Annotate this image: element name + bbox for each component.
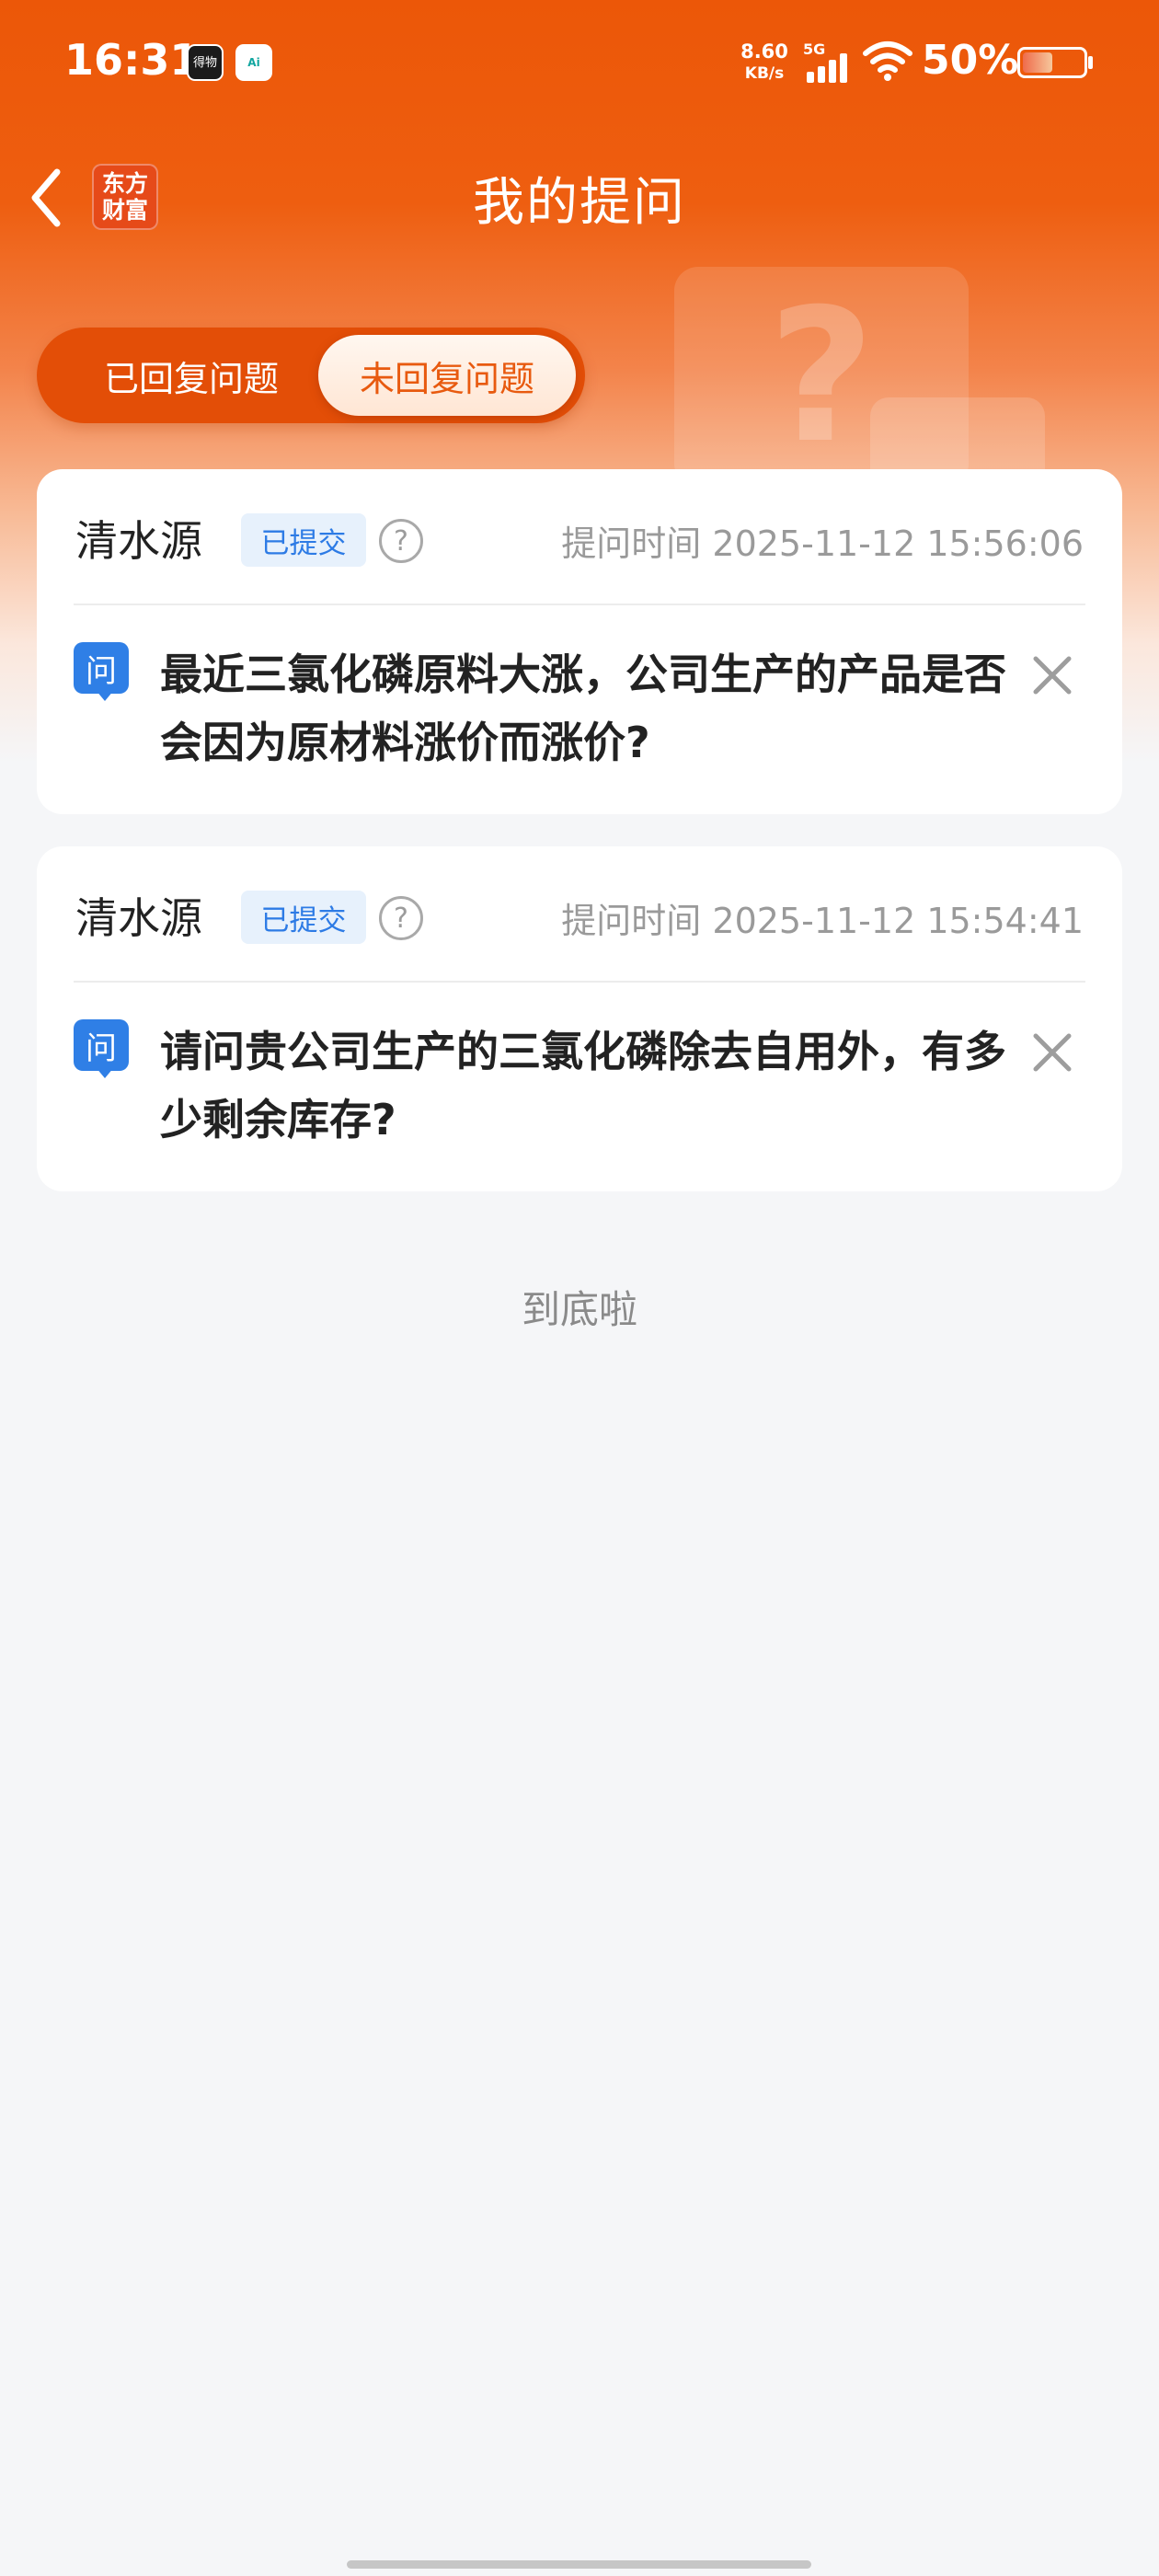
wifi-icon (863, 41, 912, 81)
ai-app-icon: Ai (235, 44, 272, 81)
screen: ? 16:31 得物 Ai 8.60 KB/s 5G 50% 我的提问 东方 财… (0, 0, 1159, 2576)
cellular-signal-icon: 5G (803, 40, 855, 83)
dewu-app-icon: 得物 (187, 44, 224, 81)
question-time-value: 2025-11-12 15:54:41 (712, 901, 1084, 941)
tab-replied[interactable]: 已回复问题 (46, 335, 337, 416)
close-icon[interactable] (1027, 650, 1078, 701)
nav-bar: 我的提问 东方 财富 (0, 147, 1159, 248)
close-icon[interactable] (1027, 1027, 1078, 1078)
battery-level-fill (1023, 52, 1052, 73)
battery-icon (1017, 47, 1093, 78)
status-bar: 16:31 得物 Ai 8.60 KB/s 5G 50% (0, 0, 1159, 129)
chevron-left-icon (31, 168, 61, 227)
question-time-label: 提问时间 (561, 901, 702, 941)
home-indicator[interactable] (347, 2560, 811, 2569)
help-icon[interactable]: ? (379, 896, 423, 940)
status-badge: 已提交 (241, 891, 366, 944)
help-icon[interactable]: ? (379, 519, 423, 563)
battery-percent: 50% (922, 37, 1019, 84)
end-of-list-text: 到底啦 (521, 1287, 637, 1332)
divider (74, 604, 1085, 605)
question-tag-icon: 问 (74, 642, 129, 694)
network-speed-value: 8.60 (740, 40, 788, 63)
question-time: 提问时间 2025-11-12 15:54:41 (561, 892, 1084, 943)
status-time: 16:31 (64, 35, 200, 85)
tab-unreplied[interactable]: 未回复问题 (318, 335, 576, 416)
network-speed-unit: KB/s (744, 64, 785, 83)
question-time: 提问时间 2025-11-12 15:56:06 (561, 515, 1084, 566)
question-tag-icon: 问 (74, 1019, 129, 1071)
asker-name: 清水源 (75, 516, 202, 566)
page-title: 我的提问 (473, 172, 686, 233)
network-speed: 8.60 KB/s (736, 40, 793, 85)
question-tabs: 已回复问题 未回复问题 (37, 328, 585, 423)
question-card[interactable]: 清水源 已提交 ? 提问时间 2025-11-12 15:56:06 问 最近三… (37, 469, 1122, 814)
question-time-label: 提问时间 (561, 523, 702, 564)
question-text: 请问贵公司生产的三氯化磷除去自用外，有多少剩余库存? (160, 1027, 1006, 1144)
question-text: 最近三氯化磷原料大涨，公司生产的产品是否会因为原材料涨价而涨价? (160, 650, 1006, 767)
question-card[interactable]: 清水源 已提交 ? 提问时间 2025-11-12 15:54:41 问 请问贵… (37, 846, 1122, 1191)
asker-name: 清水源 (75, 893, 202, 943)
eastmoney-logo: 东方 财富 (92, 164, 158, 230)
question-time-value: 2025-11-12 15:56:06 (712, 523, 1084, 564)
back-button[interactable] (18, 156, 74, 239)
divider (74, 981, 1085, 983)
status-badge: 已提交 (241, 513, 366, 567)
